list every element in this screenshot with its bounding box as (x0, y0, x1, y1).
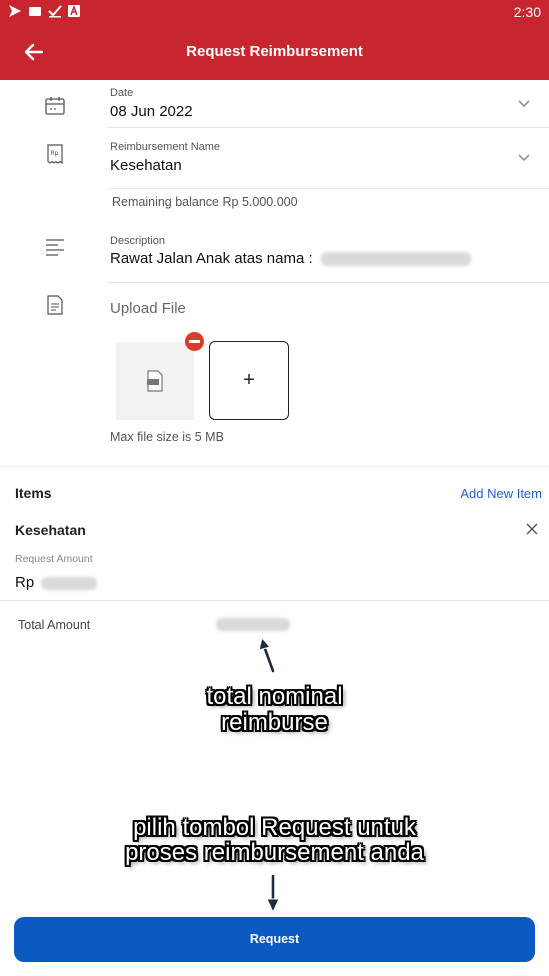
annotation-arrow-icon (266, 873, 280, 914)
page-title: Request Reimbursement (186, 43, 363, 60)
task-check-icon (48, 5, 62, 18)
max-file-size-note: Max file size is 5 MB (110, 430, 224, 444)
divider (108, 188, 549, 189)
status-time: 2:30 (513, 4, 541, 20)
uploaded-file-thumbnail[interactable] (116, 342, 194, 420)
section-divider (0, 466, 549, 467)
date-label: Date (110, 87, 134, 99)
annotation-total-line1: total nominal (206, 683, 343, 710)
receipt-icon: Rp (47, 144, 63, 165)
description-text: Rawat Jalan Anak atas nama : (110, 250, 313, 267)
remove-file-button[interactable] (185, 332, 204, 351)
request-amount-input[interactable]: Rp (15, 574, 98, 591)
upload-file-label: Upload File (110, 300, 186, 317)
add-new-item-link[interactable]: Add New Item (460, 486, 542, 501)
message-icon (29, 7, 41, 16)
app-a-icon (68, 5, 80, 17)
item-name: Kesehatan (15, 522, 86, 538)
divider (108, 282, 549, 283)
chevron-down-icon[interactable] (517, 96, 531, 110)
annotation-request-line2: proses reimbursement anda (125, 839, 424, 866)
description-value: Rawat Jalan Anak atas nama : (110, 250, 471, 267)
currency-label: Rp (15, 574, 35, 591)
reimbursement-name-label: Reimbursement Name (110, 141, 221, 153)
reimbursement-name-value: Kesehatan (110, 157, 182, 174)
calendar-icon (45, 97, 65, 115)
annotation-request-line1: pilih tombol Request untuk (133, 814, 416, 841)
total-amount-label: Total Amount (18, 618, 91, 632)
divider (108, 127, 549, 128)
date-value: 08 Jun 2022 (110, 103, 193, 120)
divider (0, 600, 549, 601)
annotation-total-line2: reimburse (221, 709, 328, 736)
redacted-name (320, 252, 471, 267)
items-heading: Items (15, 485, 52, 501)
text-lines-icon (46, 239, 64, 256)
request-amount-label: Request Amount (15, 553, 93, 565)
chevron-down-icon[interactable] (517, 150, 531, 164)
add-file-button[interactable]: + (209, 341, 289, 420)
plus-icon: + (243, 369, 255, 391)
redacted-total-amount (216, 618, 290, 631)
pdf-file-icon (147, 370, 163, 392)
app-bar: 2:30 Request Reimbursement (0, 0, 549, 80)
status-bar: 2:30 (0, 0, 549, 24)
file-icon (47, 295, 63, 315)
status-icons (8, 4, 80, 18)
redacted-amount (41, 576, 98, 590)
annotation-arrow-icon (258, 636, 276, 674)
request-button[interactable]: Request (14, 917, 535, 962)
svg-text:Rp: Rp (51, 150, 59, 157)
description-label: Description (110, 235, 166, 247)
app-chevron-icon (9, 5, 21, 17)
remaining-balance: Remaining balance Rp 5.000.000 (112, 195, 298, 209)
close-icon[interactable] (525, 522, 539, 536)
